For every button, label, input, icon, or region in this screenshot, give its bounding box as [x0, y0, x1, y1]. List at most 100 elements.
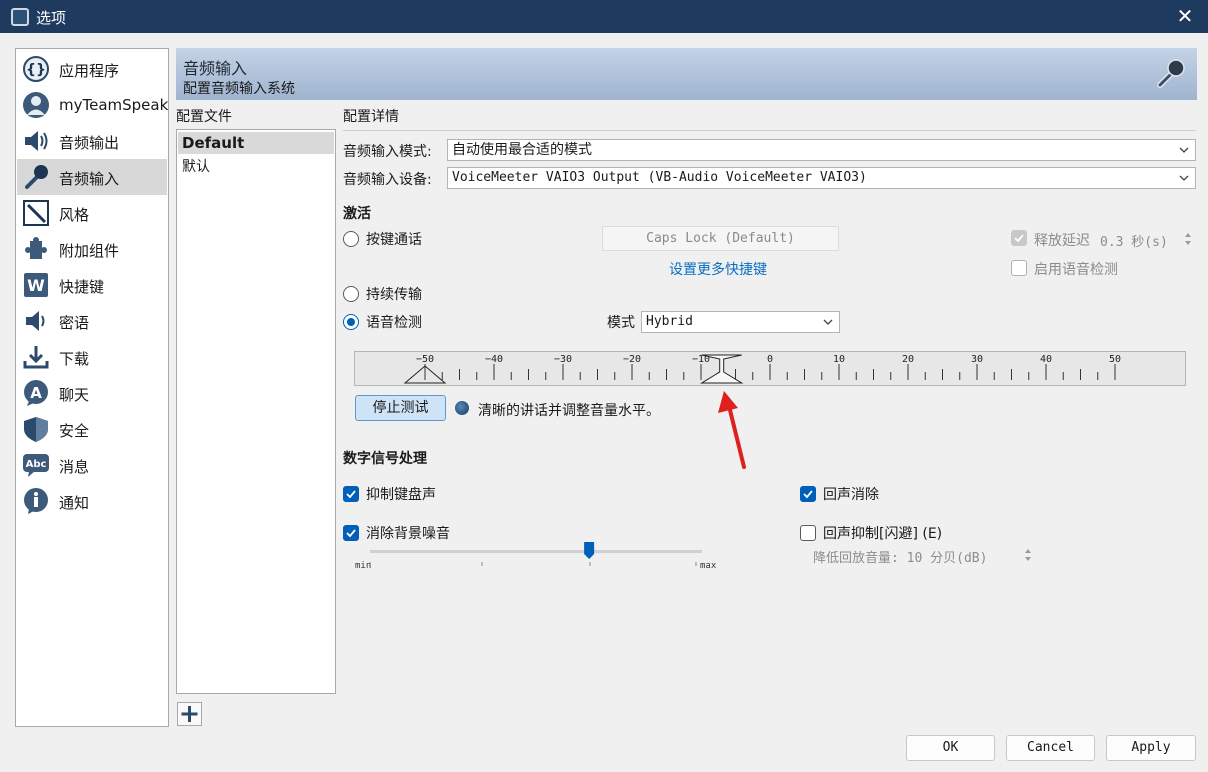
- chevron-down-icon: [823, 319, 833, 325]
- title-bar: 选项 ✕: [0, 0, 1208, 33]
- add-profile-button[interactable]: [177, 702, 202, 726]
- input-mode-select[interactable]: 自动使用最合适的模式: [447, 139, 1196, 161]
- typing-suppression-checkbox[interactable]: [343, 486, 359, 502]
- cancel-button[interactable]: Cancel: [1006, 735, 1095, 761]
- ok-button[interactable]: OK: [906, 735, 995, 761]
- app-window-icon: [11, 8, 29, 26]
- meter-tick-label: 20: [902, 354, 914, 365]
- meter-tick-label: 40: [1040, 354, 1052, 365]
- release-delay-label: 释放延迟: [1034, 233, 1090, 249]
- sidebar-item-whisper[interactable]: 密语: [17, 303, 167, 339]
- continuous-transmission-label: 持续传输: [366, 287, 422, 303]
- sidebar-item-messages[interactable]: Abc 消息: [17, 447, 167, 483]
- puzzle-icon: [25, 237, 47, 259]
- activation-section-title: 激活: [343, 206, 371, 222]
- sidebar-item-downloads[interactable]: 下载: [17, 339, 167, 375]
- plus-icon: [181, 706, 198, 722]
- annotation-arrow-icon: [718, 391, 746, 469]
- user-avatar-icon: [23, 92, 49, 118]
- details-label: 配置详情: [343, 109, 399, 125]
- profiles-list: Default 默认: [176, 129, 336, 694]
- sidebar-item-label: 应用程序: [59, 62, 120, 80]
- voice-activation-radio[interactable]: [343, 314, 359, 330]
- sidebar-item-label: myTeamSpeak: [59, 96, 169, 114]
- voice-level-meter[interactable]: −50 −40 −30 −20 −10 0 10 20 30 40 50: [354, 351, 1186, 386]
- svg-text:W: W: [27, 276, 45, 295]
- stop-test-button[interactable]: 停止测试: [355, 395, 446, 421]
- sidebar-item-security[interactable]: 安全: [17, 411, 167, 447]
- sidebar-item-myteamspeak[interactable]: myTeamSpeak: [17, 87, 169, 123]
- chat-a-icon: A: [24, 380, 48, 406]
- sidebar-item-addons[interactable]: 附加组件: [17, 231, 167, 267]
- push-to-talk-label: 按键通话: [366, 232, 422, 248]
- sidebar-item-audio-input[interactable]: 音频输入: [17, 159, 167, 195]
- sidebar-item-chat[interactable]: A 聊天: [17, 375, 167, 411]
- voice-level-scale: −50 −40 −30 −20 −10 0 10 20 30 40 50: [403, 354, 1121, 384]
- sidebar-item-hotkeys[interactable]: W 快捷键: [17, 267, 167, 303]
- sidebar-item-label: 快捷键: [59, 278, 105, 296]
- echo-cancellation-checkbox[interactable]: [800, 486, 816, 502]
- sidebar-item-label: 附加组件: [59, 242, 120, 260]
- messages-abc-icon: Abc: [23, 454, 49, 477]
- vad-mode-select[interactable]: Hybrid: [641, 311, 840, 333]
- sidebar-item-label: 聊天: [59, 386, 90, 404]
- download-icon: [23, 346, 49, 369]
- input-mode-value: 自动使用最合适的模式: [452, 142, 592, 158]
- chevron-down-icon: [1179, 175, 1189, 181]
- enable-voice-detection-checkbox[interactable]: [1011, 260, 1027, 276]
- meter-tick-label: 0: [767, 354, 773, 365]
- meter-tick-label: −30: [554, 354, 572, 365]
- input-mode-label: 音频输入模式:: [343, 144, 432, 160]
- sidebar-item-label: 密语: [59, 314, 90, 332]
- vad-mode-label: 模式: [607, 315, 635, 331]
- more-hotkeys-link[interactable]: 设置更多快捷键: [669, 259, 767, 279]
- svg-text:Abc: Abc: [26, 459, 47, 470]
- sidebar-item-style[interactable]: 风格: [17, 195, 167, 231]
- slider-thumb[interactable]: [584, 542, 595, 559]
- chevron-down-icon: [1179, 147, 1189, 153]
- divider: [343, 130, 1196, 131]
- page-subtitle: 配置音频输入系统: [183, 81, 295, 97]
- design-pencil-icon: [23, 200, 49, 226]
- sidebar-item-label: 音频输入: [59, 170, 120, 188]
- typing-suppression-label: 抑制键盘声: [366, 487, 436, 503]
- input-device-value: VoiceMeeter VAIO3 Output (VB-Audio Voice…: [452, 170, 867, 185]
- meter-tick-label: 10: [833, 354, 845, 365]
- sidebar-item-label: 风格: [59, 206, 90, 224]
- profile-item-default[interactable]: Default: [178, 132, 334, 154]
- sidebar-item-label: 下载: [59, 350, 90, 368]
- svg-text:A: A: [30, 384, 42, 402]
- close-button[interactable]: ✕: [1172, 4, 1198, 28]
- slider-max-label: max: [700, 561, 717, 571]
- input-device-select[interactable]: VoiceMeeter VAIO3 Output (VB-Audio Voice…: [447, 167, 1196, 189]
- sidebar: {} 应用程序 myTeamSpeak 音频输出 音频输入 风格 附加组件 W …: [15, 48, 169, 727]
- slider-track: min max: [355, 542, 717, 571]
- meter-tick-label: 50: [1109, 354, 1121, 365]
- voice-status-indicator: [455, 401, 469, 415]
- hotkey-w-icon: W: [24, 273, 48, 297]
- release-delay-checkbox[interactable]: [1011, 230, 1027, 246]
- slider-min-label: min: [355, 561, 371, 571]
- meter-tick-label: −40: [485, 354, 503, 365]
- meter-tick-label: 30: [971, 354, 983, 365]
- test-hint: 清晰的讲话并调整音量水平。: [478, 403, 660, 419]
- release-delay-value: 0.3 秒(s): [1100, 235, 1168, 250]
- noise-reduction-slider[interactable]: min max: [354, 540, 720, 572]
- reduction-amount-spinner[interactable]: [1022, 546, 1034, 564]
- continuous-transmission-radio[interactable]: [343, 286, 359, 302]
- sidebar-item-application[interactable]: {} 应用程序: [17, 51, 167, 87]
- sidebar-item-audio-output[interactable]: 音频输出: [17, 123, 167, 159]
- enable-voice-detection-label: 启用语音检测: [1034, 262, 1118, 278]
- release-delay-spinner[interactable]: [1182, 230, 1194, 248]
- meter-tick-label: −50: [416, 354, 434, 365]
- hotkey-button[interactable]: Caps Lock (Default): [602, 226, 839, 251]
- noise-reduction-checkbox[interactable]: [343, 525, 359, 541]
- echo-reduction-checkbox[interactable]: [800, 525, 816, 541]
- speaker-icon: [25, 131, 48, 151]
- push-to-talk-radio[interactable]: [343, 231, 359, 247]
- microphone-icon: [25, 165, 48, 189]
- apply-button[interactable]: Apply: [1106, 735, 1196, 761]
- echo-cancellation-label: 回声消除: [823, 487, 879, 503]
- whisper-icon: [26, 311, 45, 331]
- sidebar-item-notifications[interactable]: 通知: [17, 483, 167, 519]
